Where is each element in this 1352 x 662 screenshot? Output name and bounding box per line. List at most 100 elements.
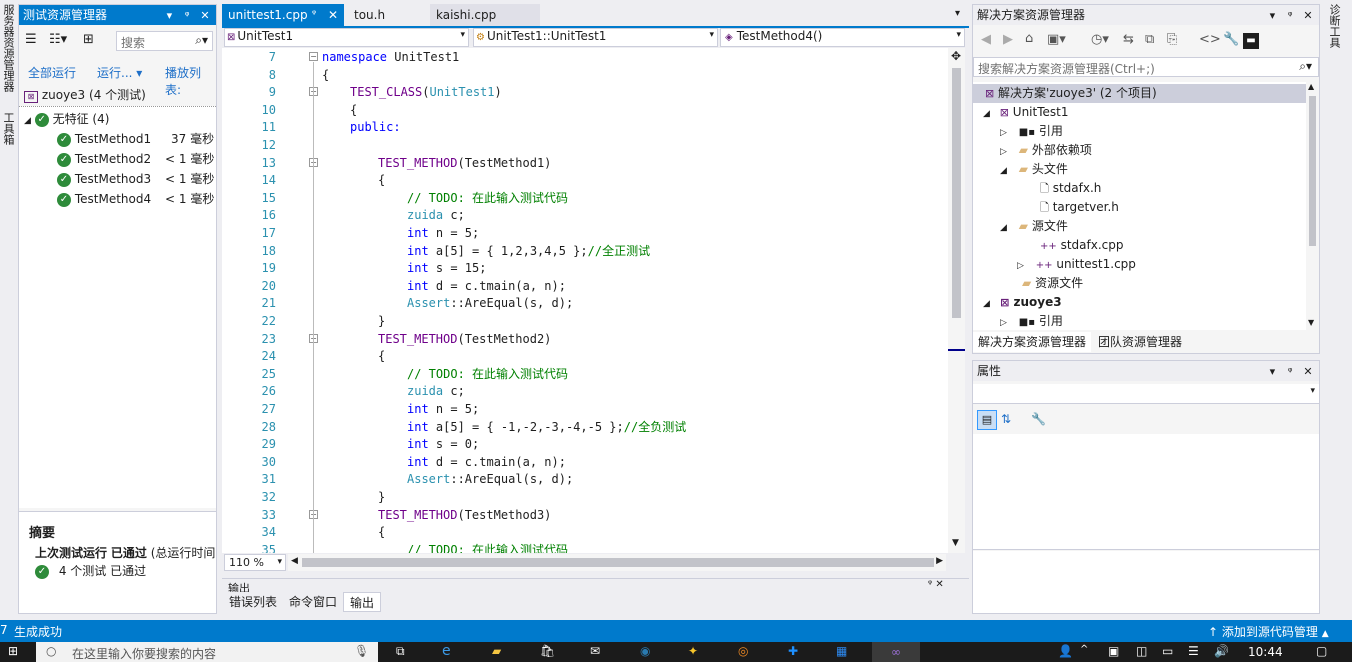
search-icon[interactable]: ⌕▾ [195,33,208,48]
tray-up-icon[interactable]: ^ [1080,644,1088,655]
tree-file-targetver-h[interactable]: 🗋 targetver.h [1040,198,1119,217]
scroll-thumb[interactable] [1309,96,1316,246]
tree-references[interactable]: ▷ ■▪ 引用 [1000,122,1063,141]
scroll-down-icon[interactable]: ▼ [952,538,959,548]
search-icon[interactable]: ⌕▾ [1299,59,1312,74]
run-all-link[interactable]: 全部运行 [28,64,76,81]
test-search-input[interactable]: 搜索 [121,34,145,51]
diagnostic-tools-vtab[interactable]: 诊断工具 [1328,4,1341,48]
collapse-icon[interactable]: ◢ [1000,166,1007,176]
solution-search-input[interactable]: 搜索解决方案资源管理器(Ctrl+;) [978,60,1155,77]
sync-icon[interactable]: ⇆ [1123,32,1134,47]
solution-search-box[interactable]: 搜索解决方案资源管理器(Ctrl+;) ⌕▾ [973,57,1319,77]
tree-project-zuoye3[interactable]: ◢ ⊠ zuoye3 [983,293,1062,312]
categorized-icon[interactable]: ▤ [977,410,997,430]
group-by-icon[interactable]: ☰ [25,32,37,47]
close-icon[interactable]: ✕ [328,4,338,26]
tree-external-deps[interactable]: ▷ ▰ 外部依赖项 [1000,141,1092,160]
tab-kaishi-cpp[interactable]: kaishi.cpp [430,4,540,26]
dropdown-icon[interactable]: ▾ [1265,362,1279,382]
mail-icon[interactable]: ✉ [590,644,600,658]
history-icon[interactable]: ◷▾ [1091,32,1109,47]
switch-view-icon[interactable]: ▣▾ [1047,32,1066,47]
tree-source-files[interactable]: ◢ ▰ 源文件 [1000,217,1068,236]
tab-output[interactable]: 输出 [343,592,382,612]
notification-icon[interactable]: ▢ [1316,644,1327,658]
expand-icon[interactable]: ▷ [1000,128,1007,138]
tab-tou-h[interactable]: tou.h [348,4,430,26]
tray-icon[interactable]: ◫ [1136,644,1147,658]
app-icon[interactable]: ▦ [836,644,847,658]
wrench-icon[interactable]: 🔧 [1031,412,1046,426]
collapse-all-icon[interactable]: ⧉ [1145,32,1154,47]
microphone-icon[interactable]: 🎙 [354,644,369,658]
tab-unittest1-cpp[interactable]: unittest1.cpp ᵠ ✕ [222,4,344,26]
split-icon[interactable]: ✥ [951,49,961,63]
tray-icon[interactable]: ▣ [1108,644,1119,658]
store-icon[interactable]: 🛍 [540,644,555,658]
expand-icon[interactable]: ▷ [1000,318,1007,328]
tab-overflow-icon[interactable]: ▾ [955,8,960,19]
pin-icon[interactable]: ᵠ [1283,6,1297,26]
preview-icon[interactable]: ▬ [1243,33,1259,49]
solution-vscrollbar[interactable]: ▲ ▼ [1306,82,1319,330]
test-project-row[interactable]: ⊠ zuoye3 (4 个测试) [24,85,146,105]
taskbar-search-box[interactable]: ○ 在这里输入你要搜索的内容 🎙 [36,642,378,662]
pin-icon[interactable]: ᵠ [180,6,194,26]
home-icon[interactable]: ⌂ [1025,31,1033,46]
scroll-thumb[interactable] [952,68,961,318]
properties-object-dropdown[interactable]: ▾ [973,384,1319,404]
hscroll-thumb[interactable] [302,558,934,567]
tree-resource-files[interactable]: ▰ 资源文件 [1022,274,1083,293]
tab-team-explorer[interactable]: 团队资源管理器 [1093,332,1187,352]
network-icon[interactable]: ☰ [1188,644,1199,658]
tray-icon[interactable]: ▭ [1162,644,1173,658]
code-icon[interactable]: <> [1199,32,1221,47]
tab-solution-explorer[interactable]: 解决方案资源管理器 [973,332,1092,352]
test-item[interactable]: ✓ TestMethod2 < 1 毫秒 [57,149,215,169]
editor-vscrollbar[interactable]: ✥ ▼ [948,48,965,553]
nav-method-dropdown[interactable]: ◈ TestMethod4() ▾ [720,28,965,47]
test-search-box[interactable]: 搜索 ⌕▾ [116,31,213,51]
scroll-right-icon[interactable]: ▶ [936,556,943,566]
show-all-files-icon[interactable]: ⎘ [1167,32,1177,47]
test-group-row[interactable]: ◢ ✓ 无特征 (4) [24,109,109,129]
pin-icon[interactable]: ᵠ [1283,362,1297,382]
app-icon[interactable]: ◎ [738,644,748,658]
close-icon[interactable]: ✕ [1301,6,1315,26]
pin-icon[interactable]: ᵠ ✕ [928,579,944,590]
task-view-icon[interactable]: ⧉ [396,644,405,659]
collapse-icon[interactable]: − [309,52,318,61]
wrench-icon[interactable]: 🔧 [1223,32,1239,47]
tree-project-unittest1[interactable]: ◢ ⊠ UnitTest1 [983,103,1069,122]
playlist-icon[interactable]: ⊞ [83,32,94,47]
volume-icon[interactable]: 🔊 [1214,644,1229,658]
editor-hscrollbar[interactable]: ◀ ▶ [288,554,946,571]
sort-alpha-icon[interactable]: ⇅ [1001,412,1011,426]
expand-icon[interactable]: ▷ [1017,261,1024,271]
app-icon[interactable]: ◉ [640,644,650,658]
dropdown-icon[interactable]: ▾ [162,6,176,26]
collapse-icon[interactable]: ◢ [983,299,990,309]
nav-class-dropdown[interactable]: ⚙ UnitTest1::UnitTest1 ▾ [473,28,718,47]
source-control-button[interactable]: ↑ 添加到源代码管理 ▲ [1208,623,1329,640]
dropdown-icon[interactable]: ▾ [1265,6,1279,26]
test-item[interactable]: ✓ TestMethod3 < 1 毫秒 [57,169,215,189]
code-editor[interactable]: 7 8 9 10 11 12 13 14 15 16 17 18 19 20 2… [222,48,948,553]
collapse-icon[interactable]: ◢ [1000,223,1007,233]
filter-icon[interactable]: ☷▾ [49,32,67,47]
tree-file-stdafx-cpp[interactable]: ++ stdafx.cpp [1040,236,1124,255]
tree-file-stdafx-h[interactable]: 🗋 stdafx.h [1040,179,1101,198]
expand-icon[interactable]: ▷ [1000,147,1007,157]
windows-start-icon[interactable]: ⊞ [8,644,18,658]
clock[interactable]: 10:44 [1248,645,1283,659]
tree-header-files[interactable]: ◢ ▰ 头文件 [1000,160,1068,179]
file-explorer-icon[interactable]: ▰ [492,644,501,658]
nav-project-dropdown[interactable]: ⊠ UnitTest1 ▾ [224,28,469,47]
tab-command-window[interactable]: 命令窗口 [283,592,343,612]
server-explorer-vtab[interactable]: 服务器资源管理器 [2,4,15,92]
toolbox-vtab[interactable]: 工具箱 [2,112,15,145]
close-icon[interactable]: ✕ [198,6,212,26]
tree-solution[interactable]: ⊠ 解决方案'zuoye3' (2 个项目) [973,84,1306,103]
collapse-icon[interactable]: ◢ [983,109,990,119]
